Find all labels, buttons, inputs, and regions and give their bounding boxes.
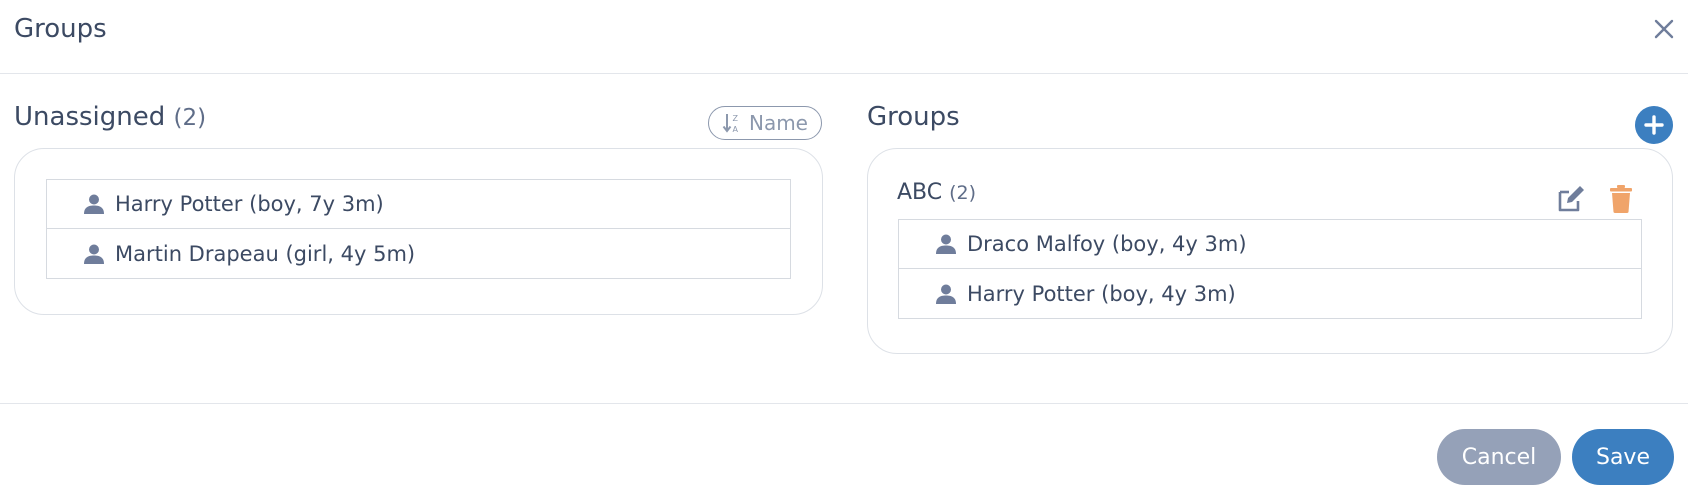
modal-title: Groups xyxy=(14,14,107,44)
modal-header: Groups xyxy=(0,0,1688,74)
member-label: Harry Potter (boy, 7y 3m) xyxy=(115,192,384,216)
person-icon xyxy=(936,234,956,254)
unassigned-title: Unassigned (2) xyxy=(14,102,206,132)
cancel-button[interactable]: Cancel xyxy=(1437,429,1561,485)
group-name-text: ABC xyxy=(897,180,943,205)
sort-alpha-icon: Z A xyxy=(722,114,738,134)
svg-text:Z: Z xyxy=(732,114,738,123)
close-icon xyxy=(1654,19,1674,39)
list-item[interactable]: Martin Drapeau (girl, 4y 5m) xyxy=(47,229,790,278)
group-name: ABC (2) xyxy=(897,180,976,205)
plus-icon xyxy=(1644,115,1664,135)
person-icon xyxy=(84,244,104,264)
add-group-button[interactable] xyxy=(1635,106,1673,144)
groups-title: Groups xyxy=(867,102,960,132)
groups-title-text: Groups xyxy=(867,102,960,132)
trash-icon xyxy=(1610,185,1632,213)
svg-text:A: A xyxy=(732,125,738,134)
unassigned-title-text: Unassigned xyxy=(14,102,166,132)
sort-label: Name xyxy=(748,111,808,135)
list-item[interactable]: Draco Malfoy (boy, 4y 3m) xyxy=(899,220,1641,269)
unassigned-list: Harry Potter (boy, 7y 3m) Martin Drapeau… xyxy=(46,179,791,279)
member-label: Draco Malfoy (boy, 4y 3m) xyxy=(967,232,1247,256)
group-count: (2) xyxy=(949,182,977,204)
list-item[interactable]: Harry Potter (boy, 4y 3m) xyxy=(899,269,1641,318)
person-icon xyxy=(84,194,104,214)
footer-divider xyxy=(0,403,1688,404)
edit-icon xyxy=(1558,186,1584,212)
person-icon xyxy=(936,284,956,304)
sort-by-name-button[interactable]: Z A Name xyxy=(708,106,822,140)
member-label: Martin Drapeau (girl, 4y 5m) xyxy=(115,241,416,266)
save-button[interactable]: Save xyxy=(1572,429,1674,485)
group-members-list: Draco Malfoy (boy, 4y 3m) Harry Potter (… xyxy=(898,219,1642,319)
list-item[interactable]: Harry Potter (boy, 7y 3m) xyxy=(47,180,790,229)
edit-group-button[interactable] xyxy=(1556,184,1586,214)
unassigned-count: (2) xyxy=(173,105,207,131)
delete-group-button[interactable] xyxy=(1608,184,1634,214)
member-label: Harry Potter (boy, 4y 3m) xyxy=(967,281,1236,306)
close-button[interactable] xyxy=(1650,15,1678,43)
